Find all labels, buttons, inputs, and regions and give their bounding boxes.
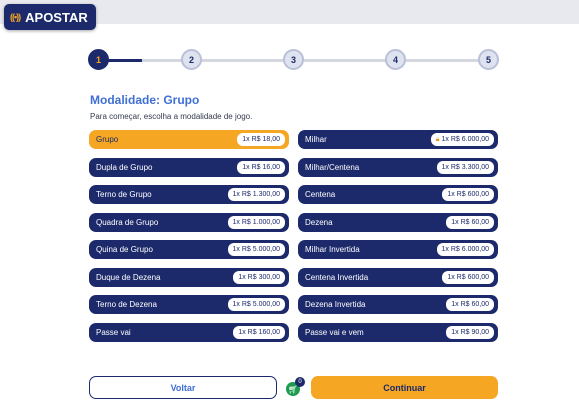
option-centena[interactable]: Centena 1x R$ 600,00 bbox=[298, 185, 498, 204]
option-price: 1x R$ 5.000,00 bbox=[227, 243, 285, 256]
step-5[interactable]: 5 bbox=[478, 49, 499, 70]
option-dezena-invertida[interactable]: Dezena Invertida 1x R$ 60,00 bbox=[298, 295, 498, 314]
continue-button[interactable]: Continuar bbox=[311, 376, 498, 399]
cart-button[interactable]: 🛒︎ 0 bbox=[286, 377, 305, 397]
apostar-button[interactable]: ((•)) APOSTAR bbox=[4, 4, 96, 30]
option-label: Dezena Invertida bbox=[305, 300, 366, 309]
option-label: Grupo bbox=[96, 135, 119, 144]
progress-stepper: 1 2 3 4 5 bbox=[88, 49, 500, 71]
option-grupo[interactable]: Grupo 1x R$ 18,00 bbox=[89, 130, 289, 149]
option-label: Passe vai e vem bbox=[305, 327, 364, 337]
option-price: 1x R$ 60,00 bbox=[446, 215, 494, 229]
option-label: Milhar bbox=[305, 135, 327, 144]
option-quadra-de-grupo[interactable]: Quadra de Grupo 1x R$ 1.000,00 bbox=[89, 212, 289, 232]
option-dezena[interactable]: Dezena 1x R$ 60,00 bbox=[298, 212, 498, 232]
option-label: Quadra de Grupo bbox=[96, 217, 159, 227]
option-label: Passe vai bbox=[96, 327, 131, 337]
option-terno-de-grupo[interactable]: Terno de Grupo 1x R$ 1.300,00 bbox=[89, 185, 289, 204]
option-price: 1x R$ 1.000,00 bbox=[227, 215, 285, 229]
option-dupla-de-grupo[interactable]: Dupla de Grupo 1x R$ 16,00 bbox=[89, 157, 289, 177]
back-button[interactable]: Voltar bbox=[89, 376, 277, 399]
option-label: Centena bbox=[305, 190, 336, 199]
option-centena-invertida[interactable]: Centena Invertida 1x R$ 600,00 bbox=[298, 267, 498, 287]
option-label: Duque de Dezena bbox=[96, 272, 161, 282]
option-price: 1x R$ 160,00 bbox=[233, 325, 285, 339]
page-subtitle: Para começar, escolha a modalidade de jo… bbox=[90, 112, 253, 121]
option-milhar-invertida[interactable]: Milhar Invertida 1x R$ 6.000,00 bbox=[298, 240, 498, 259]
lock-icon: 🔒︎ bbox=[435, 135, 440, 143]
option-price: 1x R$ 18,00 bbox=[237, 133, 285, 146]
page-title: Modalidade: Grupo bbox=[90, 93, 200, 107]
option-price: 1x R$ 5.000,00 bbox=[227, 298, 285, 311]
option-price-value: 1x R$ 6.000,00 bbox=[441, 136, 489, 143]
option-label: Dezena bbox=[305, 217, 333, 227]
option-passe-vai[interactable]: Passe vai 1x R$ 160,00 bbox=[89, 322, 289, 342]
step-2[interactable]: 2 bbox=[181, 49, 202, 70]
option-label: Terno de Grupo bbox=[96, 190, 152, 199]
option-price: 1x R$ 60,00 bbox=[446, 298, 494, 311]
option-duque-de-dezena[interactable]: Duque de Dezena 1x R$ 300,00 bbox=[89, 267, 289, 287]
option-label: Quina de Grupo bbox=[96, 245, 153, 254]
step-4[interactable]: 4 bbox=[385, 49, 406, 70]
option-passe-vai-e-vem[interactable]: Passe vai e vem 1x R$ 90,00 bbox=[298, 322, 498, 342]
step-1[interactable]: 1 bbox=[88, 49, 109, 70]
option-price: 1x R$ 600,00 bbox=[442, 188, 494, 201]
broadcast-icon: ((•)) bbox=[10, 12, 21, 22]
option-price: 1x R$ 6.000,00 bbox=[436, 243, 494, 256]
option-price: 1x R$ 1.300,00 bbox=[227, 188, 285, 201]
option-price: 1x R$ 3.300,00 bbox=[436, 160, 494, 174]
option-quina-de-grupo[interactable]: Quina de Grupo 1x R$ 5.000,00 bbox=[89, 240, 289, 259]
option-label: Dupla de Grupo bbox=[96, 162, 153, 172]
option-terno-de-dezena[interactable]: Terno de Dezena 1x R$ 5.000,00 bbox=[89, 295, 289, 314]
option-price: 1x R$ 600,00 bbox=[442, 270, 494, 284]
option-label: Milhar/Centena bbox=[305, 162, 360, 172]
option-price: 1x R$ 16,00 bbox=[237, 160, 285, 174]
option-milhar[interactable]: Milhar 🔒︎ 1x R$ 6.000,00 bbox=[298, 130, 498, 149]
option-price: 1x R$ 300,00 bbox=[233, 270, 285, 284]
option-label: Terno de Dezena bbox=[96, 300, 157, 309]
step-3[interactable]: 3 bbox=[283, 49, 304, 70]
option-label: Centena Invertida bbox=[305, 272, 369, 282]
option-price: 🔒︎ 1x R$ 6.000,00 bbox=[430, 133, 494, 146]
option-price: 1x R$ 90,00 bbox=[446, 325, 494, 339]
cart-count-badge: 0 bbox=[295, 377, 305, 387]
option-label: Milhar Invertida bbox=[305, 245, 360, 254]
apostar-label: APOSTAR bbox=[25, 9, 88, 25]
option-milhar-centena[interactable]: Milhar/Centena 1x R$ 3.300,00 bbox=[298, 157, 498, 177]
